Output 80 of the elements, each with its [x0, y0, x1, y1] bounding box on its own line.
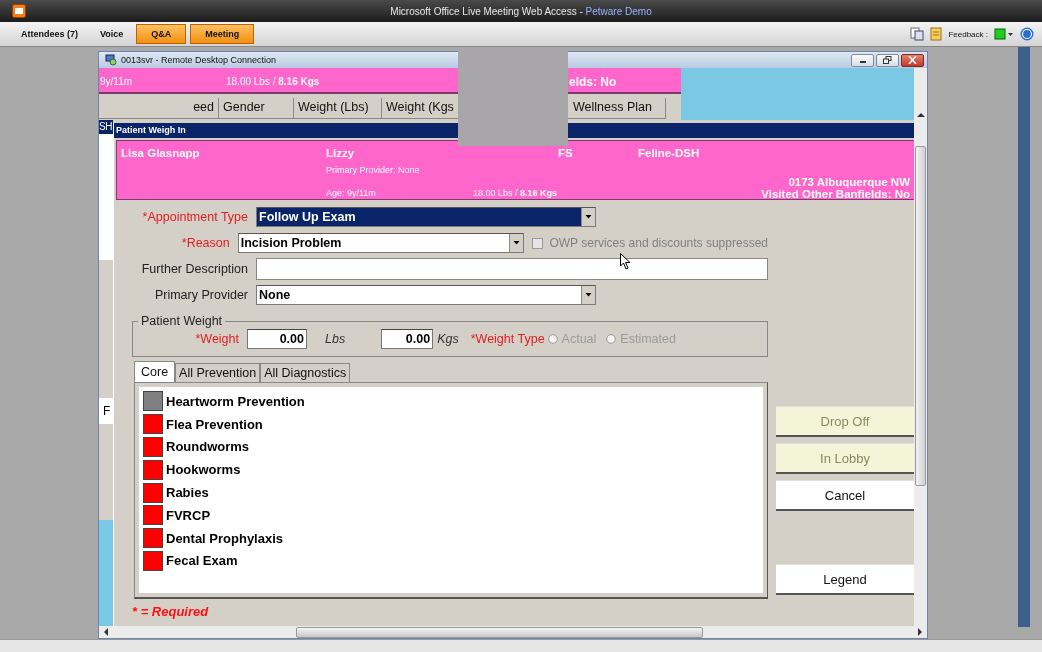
visited-text: elds: No: [569, 75, 617, 89]
feedback-label: Feedback :: [948, 29, 988, 39]
action-button[interactable]: Legend: [776, 564, 914, 595]
scroll-left-icon[interactable]: [103, 628, 109, 636]
field-label: Primary Provider: [153, 288, 248, 302]
remote-window-title: 0013svr - Remote Desktop Connection: [121, 55, 277, 65]
dropdown[interactable]: None: [256, 285, 596, 305]
required-note: * = Required: [132, 604, 210, 619]
status-dropdown-icon[interactable]: [994, 28, 1014, 40]
column-header[interactable]: Weight (Lbs): [294, 98, 382, 118]
list-item[interactable]: Dental Prophylaxis: [166, 530, 284, 546]
scroll-up-icon[interactable]: [916, 112, 925, 118]
checkbox-label: OWP services and discounts suppressed: [549, 236, 768, 250]
pet-name: Lizzy: [326, 147, 356, 159]
horizontal-scrollbar[interactable]: [99, 626, 927, 638]
field-label: *Weight: [194, 332, 239, 346]
list-item[interactable]: Rabies: [166, 485, 209, 501]
list-item[interactable]: Fecal Exam: [166, 553, 238, 569]
toolbar-button[interactable]: Voice: [91, 24, 133, 44]
breed-text: Feline-DSH: [638, 147, 701, 159]
dropdown-arrow-icon[interactable]: [581, 208, 595, 226]
dropdown[interactable]: Follow Up Exam: [256, 207, 596, 227]
restore-button[interactable]: [876, 53, 899, 67]
toolbar-button[interactable]: Q&A: [136, 24, 187, 44]
dropdown-arrow-icon[interactable]: [509, 234, 524, 252]
column-header[interactable]: Gender: [219, 98, 294, 118]
column-header[interactable]: Wellness Plan: [569, 98, 666, 118]
list-item[interactable]: Hookworms: [166, 462, 241, 478]
tab[interactable]: All Prevention: [175, 363, 261, 382]
help-icon[interactable]: [1020, 27, 1034, 41]
vertical-scrollbar[interactable]: [914, 68, 927, 626]
group-legend: Patient Weight: [138, 314, 226, 328]
field-label: Further Description: [140, 262, 248, 276]
input-field[interactable]: 0.00: [381, 329, 434, 349]
address-text: 0173 Albuquerque NW: [788, 175, 910, 188]
document-icon[interactable]: [910, 27, 925, 41]
list-item[interactable]: Heartworm Prevention: [166, 393, 305, 409]
list-item[interactable]: FVRCP: [166, 507, 211, 523]
input-field[interactable]: [256, 258, 768, 280]
provider-text: Primary Provider: None: [326, 165, 421, 175]
minimize-button[interactable]: [851, 53, 874, 67]
field-label: *Reason: [180, 236, 230, 250]
weight-text: 18.00 Lbs / 8.16 Kgs: [226, 76, 320, 87]
radio-label: Actual: [561, 332, 597, 346]
scroll-right-icon[interactable]: [917, 628, 923, 636]
list-item[interactable]: Roundworms: [166, 439, 250, 455]
close-icon[interactable]: [908, 56, 917, 64]
weight-text: 18.00 Lbs / 8.16 Kgs: [473, 188, 559, 199]
unit-label: Kgs: [437, 332, 459, 346]
field-label: *Weight Type: [470, 332, 545, 346]
age-text: Age: 9y/11m: [326, 188, 377, 199]
list-item[interactable]: Flea Prevention: [166, 416, 263, 432]
age-text: 9y/11m: [100, 76, 133, 87]
tab[interactable]: Core: [134, 361, 176, 382]
row-fragment: SH: [99, 120, 113, 134]
side-fragment: F: [99, 398, 113, 424]
dropdown[interactable]: Incision Problem: [237, 233, 525, 253]
toolbar-button[interactable]: Attendees (7): [12, 24, 87, 44]
field-label: *Appointment Type: [141, 210, 248, 224]
owner-name: Lisa Glasnapp: [121, 147, 201, 159]
sex-text: FS: [558, 147, 574, 159]
scroll-thumb[interactable]: [915, 146, 926, 486]
radio-button[interactable]: [547, 334, 558, 344]
computer-icon: [105, 54, 117, 66]
radio-label: Estimated: [620, 332, 676, 346]
app-icon: [12, 4, 26, 18]
close-button[interactable]: [901, 53, 924, 67]
column-header[interactable]: eed: [99, 98, 219, 118]
dropdown-arrow-icon[interactable]: [581, 286, 595, 304]
action-button[interactable]: Cancel: [776, 480, 914, 511]
window-title: Microsoft Office Live Meeting Web Access - Petware Demo: [390, 5, 652, 17]
toolbar-button[interactable]: Meeting: [190, 24, 255, 44]
input-field[interactable]: 0.00: [247, 329, 307, 349]
mouse-pointer-icon: [620, 253, 631, 270]
unit-label: Lbs: [325, 332, 346, 346]
restore-icon[interactable]: [883, 56, 892, 64]
tab[interactable]: All Diagnostics: [260, 363, 351, 382]
scroll-thumb[interactable]: [296, 626, 703, 638]
visited-text: Visited Other Banfields: No: [761, 188, 910, 199]
radio-button[interactable]: [606, 334, 617, 344]
